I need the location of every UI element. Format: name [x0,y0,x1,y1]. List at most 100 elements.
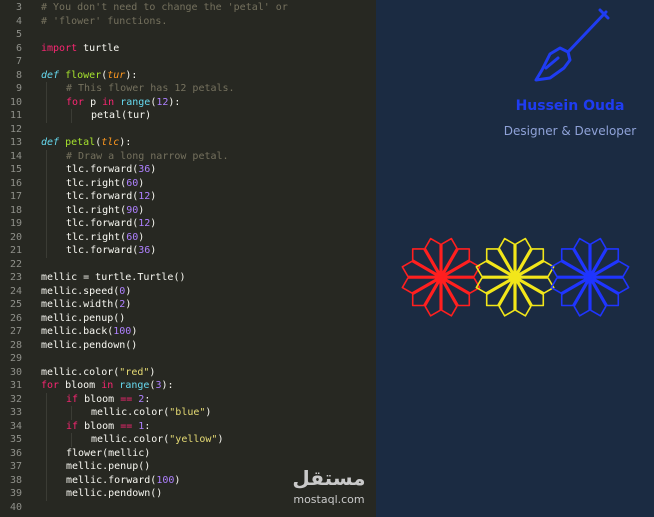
code-text: def flower(tur): [41,69,137,83]
code-token: mellic.pendown() [41,339,138,351]
code-token: turtle [77,42,120,54]
code-line[interactable]: 32 if bloom == 2: [0,392,376,406]
line-number: 25 [9,299,22,310]
code-line[interactable]: 22 [0,258,376,272]
code-text: tlc.right(60) [66,177,144,191]
indent-guide [46,203,47,217]
code-line[interactable]: 33 mellic.color("blue") [0,406,376,420]
code-token: tlc [101,137,120,148]
code-line[interactable]: 3 # You don't need to change the 'petal' … [0,1,376,15]
code-text: tlc.right(60) [66,231,144,245]
indent-guide [71,406,72,420]
code-line[interactable]: 20 tlc.right(60) [0,230,376,245]
code-token: ): [168,96,181,108]
indent-guide [46,95,47,109]
paintbrush-icon [534,8,610,82]
code-line[interactable]: 9 # This flower has 12 petals. [0,82,376,96]
code-token: petal(tur) [91,110,152,121]
code-token: ) [138,204,145,216]
code-token: flower(mellic) [66,447,151,459]
code-token: mellic.forward( [66,474,157,486]
designer-role: Designer & Developer [503,124,637,138]
code-line[interactable]: 5 [0,28,376,42]
code-token: : [144,393,151,405]
code-token: mellic.penup() [66,461,151,472]
indent-guide [46,406,47,420]
code-text: mellic.pendown() [41,339,137,353]
line-number: 26 [9,312,22,324]
line-number: 8 [15,69,22,81]
code-line[interactable]: 18 tlc.right(90) [0,203,376,218]
code-text: tlc.forward(12) [66,217,156,231]
line-number: 36 [9,447,22,459]
line-number: 40 [9,501,22,513]
code-token: ) [131,326,138,337]
code-line[interactable]: 14 # Draw a long narrow petal. [0,149,376,163]
code-line[interactable]: 21 tlc.forward(36) [0,244,376,258]
code-text: for bloom in range(3): [41,379,174,393]
code-line[interactable]: 11 petal(tur) [0,109,376,123]
code-text: tlc.right(90) [66,204,144,218]
code-token: 12 [138,191,151,202]
code-line[interactable]: 19 tlc.forward(12) [0,217,376,231]
code-line[interactable]: 31 for bloom in range(3): [0,379,376,393]
indent-guide [46,190,47,204]
code-line[interactable]: 4 # 'flower' functions. [0,15,376,29]
code-token: 12 [156,96,169,108]
code-token: # 'flower' functions. [41,15,168,27]
code-line[interactable]: 29 [0,352,376,366]
code-text: flower(mellic) [66,447,150,461]
line-number: 19 [9,218,22,229]
indent-guide [71,109,72,123]
code-line[interactable]: 17 tlc.forward(12) [0,190,376,204]
code-line[interactable]: 7 [0,55,376,69]
code-line[interactable]: 25 mellic.width(2) [0,298,376,312]
code-token: : [144,420,151,432]
code-line[interactable]: 26 mellic.penup() [0,312,376,326]
code-token: ) [205,407,212,418]
code-text: mellic.color("yellow") [91,433,223,447]
indent-guide [46,392,47,406]
code-line[interactable]: 6 import turtle [0,42,376,56]
code-line[interactable]: 35 mellic.color("yellow") [0,433,376,447]
code-line[interactable]: 30 mellic.color("red") [0,366,376,380]
code-line[interactable]: 23 mellic = turtle.Turtle() [0,271,376,285]
code-token: 36 [138,164,151,175]
code-line[interactable]: 8 def flower(tur): [0,69,376,83]
code-token: ): [125,69,138,81]
line-number: 17 [9,191,22,202]
code-line[interactable]: 16 tlc.right(60) [0,176,376,191]
code-text: tlc.forward(36) [66,163,156,177]
code-text: tlc.forward(36) [66,244,156,258]
code-line[interactable]: 10 for p in range(12): [0,95,376,110]
blue-flower [550,237,630,317]
watermark-arabic: مستقل [292,466,366,490]
code-line[interactable]: 28 mellic.pendown() [0,339,376,353]
code-editor[interactable]: 3 # You don't need to change the 'petal' … [0,0,376,517]
code-token: ) [174,474,181,486]
indent-guide [46,217,47,231]
code-line[interactable]: 34 if bloom == 1: [0,419,376,433]
line-number: 10 [9,96,22,108]
code-line[interactable]: 12 [0,123,376,137]
red-flower [401,237,481,317]
code-text: for p in range(12): [66,96,180,110]
indent-guide [46,109,47,123]
code-token: mellic.width( [41,299,120,310]
code-token: tlc.right( [66,204,127,216]
indent-guide [46,460,47,474]
indent-guide [46,446,47,460]
line-number: 21 [9,245,22,256]
code-token: mellic.color( [41,366,120,378]
code-line[interactable]: 15 tlc.forward(36) [0,163,376,177]
indent-guide [46,419,47,433]
code-token: tlc.forward( [66,218,139,229]
code-token: ) [150,164,157,175]
code-text: mellic = turtle.Turtle() [41,271,186,285]
code-line[interactable]: 13 def petal(tlc): [0,136,376,150]
indent-guide [46,433,47,447]
code-line[interactable]: 27 mellic.back(100) [0,325,376,339]
code-text: mellic.color("blue") [91,406,211,420]
code-line[interactable]: 24 mellic.speed(0) [0,285,376,299]
code-line[interactable]: 36 flower(mellic) [0,446,376,461]
